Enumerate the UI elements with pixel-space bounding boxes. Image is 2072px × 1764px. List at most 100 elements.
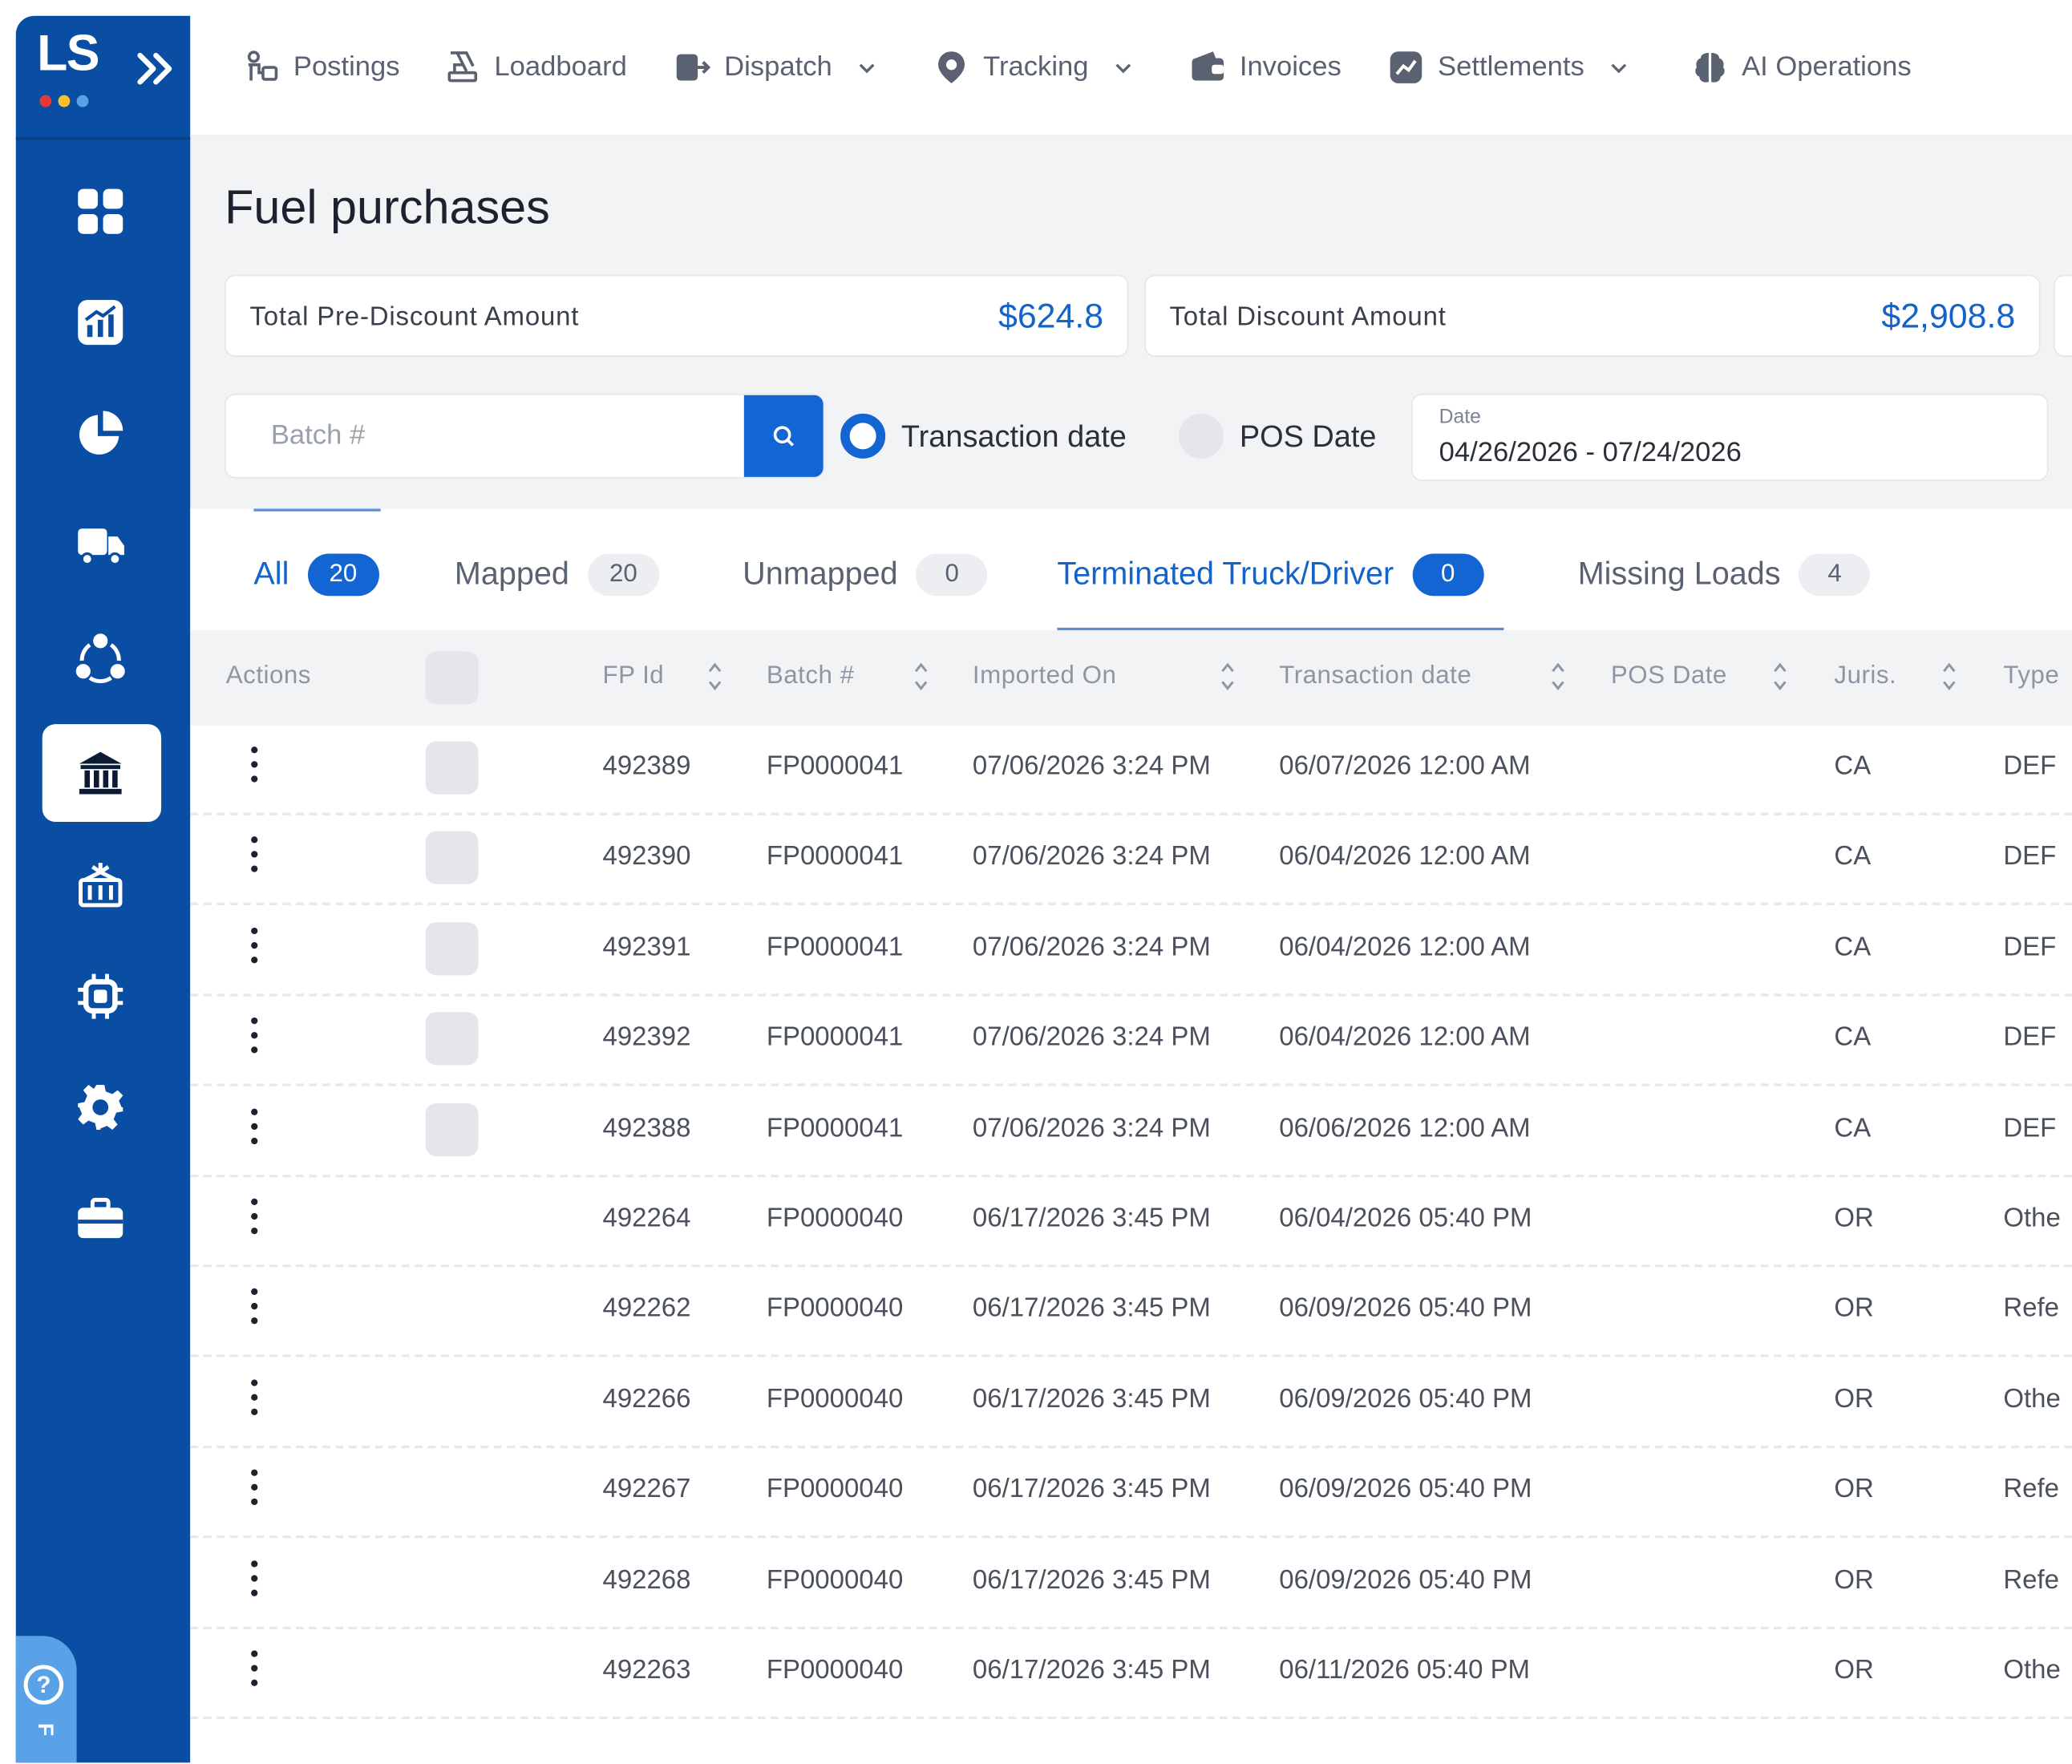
nav-ai-operations[interactable]: AI Operations — [1691, 42, 1912, 93]
sort-icon[interactable] — [912, 659, 930, 694]
sidebar-item-reports[interactable] — [66, 288, 135, 357]
table-row[interactable]: 492266 FP0000040 06/17/2026 3:45 PM 06/09/2… — [190, 1358, 2072, 1448]
cell-fp-id: 492264 — [602, 1204, 691, 1233]
search-button[interactable] — [743, 394, 824, 477]
tab-terminated-truck-driver[interactable]: Terminated Truck/Driver 0 — [1057, 548, 1484, 601]
sidebar-item-settings[interactable] — [66, 1073, 135, 1142]
tab-missing-loads[interactable]: Missing Loads 4 — [1578, 548, 1871, 601]
batch-search — [225, 394, 825, 479]
chevron-down-icon — [859, 63, 875, 74]
sidebar-item-dashboard[interactable] — [66, 177, 135, 246]
row-actions-kebab-icon[interactable] — [249, 836, 259, 882]
nav-dispatch[interactable]: Dispatch — [674, 42, 876, 93]
cell-transaction-date: 06/09/2026 05:40 PM — [1279, 1565, 1532, 1595]
row-checkbox[interactable] — [425, 921, 479, 975]
sort-icon[interactable] — [1218, 659, 1236, 694]
tab-label: All — [253, 556, 289, 593]
sort-icon[interactable] — [706, 659, 724, 694]
bank-icon — [79, 751, 122, 795]
search-icon — [773, 426, 795, 447]
col-header-type[interactable]: Type — [2003, 662, 2059, 691]
nav-postings[interactable]: Postings — [243, 42, 400, 93]
sidebar-item-integrations[interactable] — [66, 962, 135, 1031]
sidebar-item-analytics[interactable] — [66, 399, 135, 468]
cell-fp-id: 492263 — [602, 1655, 691, 1685]
sidebar-item-jobs[interactable] — [66, 1184, 135, 1253]
briefcase-icon — [78, 1197, 123, 1239]
gear-icon — [78, 1085, 123, 1131]
cell-imported-on: 06/17/2026 3:45 PM — [972, 1204, 1211, 1233]
cell-fp-id: 492389 — [602, 751, 691, 781]
row-actions-kebab-icon[interactable] — [249, 927, 259, 973]
col-header-batch[interactable]: Batch # — [767, 662, 855, 691]
nav-invoices[interactable]: Invoices — [1189, 42, 1342, 93]
sort-icon[interactable] — [1940, 659, 1958, 694]
tab-label: Missing Loads — [1577, 556, 1781, 593]
cell-fp-id: 492267 — [602, 1475, 691, 1504]
sidebar-item-banking[interactable] — [66, 738, 135, 807]
row-actions-kebab-icon[interactable] — [249, 746, 259, 791]
cell-juris: CA — [1834, 842, 1872, 872]
batch-search-input[interactable] — [225, 394, 747, 477]
table-row[interactable]: 492262 FP0000040 06/17/2026 3:45 PM 06/09/2… — [190, 1268, 2072, 1358]
sidebar-item-containers[interactable] — [66, 851, 135, 920]
col-header-pos-date[interactable]: POS Date — [1611, 662, 1727, 691]
help-tab[interactable]: ? F — [15, 1636, 77, 1763]
table-row[interactable]: 492267 FP0000040 06/17/2026 3:45 PM 06/09/2… — [190, 1449, 2072, 1539]
sort-icon[interactable] — [1548, 659, 1567, 694]
cell-type: Othe — [2003, 1204, 2061, 1233]
nav-tracking-label: Tracking — [983, 51, 1089, 83]
cell-fp-id: 492388 — [602, 1113, 691, 1143]
tab-count-badge: 4 — [1799, 553, 1871, 597]
row-checkbox[interactable] — [425, 1012, 479, 1066]
tab-unmapped[interactable]: Unmapped 0 — [743, 548, 988, 601]
col-header-fp-id[interactable]: FP Id — [602, 662, 664, 691]
col-header-actions: Actions — [225, 662, 311, 690]
page-title: Fuel purchases — [225, 180, 550, 234]
stat-value: $624.8 — [998, 296, 1104, 336]
table-row[interactable]: 492263 FP0000040 06/17/2026 3:45 PM 06/11/2… — [190, 1629, 2072, 1720]
table-row[interactable]: 492388 FP0000041 07/06/2026 3:24 PM 06/06/2… — [190, 1087, 2072, 1177]
sort-icon[interactable] — [1771, 659, 1789, 694]
table-row[interactable]: 492392 FP0000041 07/06/2026 3:24 PM 06/04/2… — [190, 997, 2072, 1086]
radio-pos-date[interactable]: POS Date — [1179, 410, 1376, 463]
row-checkbox[interactable] — [425, 1102, 479, 1156]
row-actions-kebab-icon[interactable] — [249, 1289, 259, 1333]
table-row[interactable]: 492264 FP0000040 06/17/2026 3:45 PM 06/04/2… — [190, 1177, 2072, 1268]
row-actions-kebab-icon[interactable] — [249, 1560, 259, 1605]
help-tab-label: F — [33, 1722, 56, 1737]
radio-transaction-date[interactable]: Transaction date — [840, 410, 1127, 463]
table-row[interactable]: 492389 FP0000041 07/06/2026 3:24 PM 06/07/2… — [190, 726, 2072, 815]
nav-invoices-label: Invoices — [1239, 51, 1342, 83]
chevron-down-icon — [1611, 63, 1627, 74]
tab-mapped[interactable]: Mapped 20 — [455, 548, 659, 601]
cell-transaction-date: 06/09/2026 05:40 PM — [1279, 1294, 1532, 1324]
select-all-checkbox[interactable] — [425, 651, 479, 705]
row-checkbox[interactable] — [425, 831, 479, 885]
nav-settlements[interactable]: Settlements — [1387, 42, 1629, 93]
sidebar-item-fleet[interactable] — [66, 510, 135, 579]
col-header-imported-on[interactable]: Imported On — [973, 662, 1116, 691]
row-actions-kebab-icon[interactable] — [249, 1469, 259, 1515]
table-row[interactable]: 492391 FP0000041 07/06/2026 3:24 PM 06/04/2… — [190, 906, 2072, 997]
nav-loadboard[interactable]: Loadboard — [444, 42, 627, 93]
cell-fp-id: 492262 — [602, 1294, 691, 1324]
row-actions-kebab-icon[interactable] — [249, 1108, 259, 1153]
nav-ai-operations-label: AI Operations — [1742, 51, 1912, 83]
table-row[interactable]: 492390 FP0000041 07/06/2026 3:24 PM 06/04/2… — [190, 815, 2072, 906]
table-row[interactable]: 492268 FP0000040 06/17/2026 3:45 PM 06/09/2… — [190, 1539, 2072, 1629]
cell-batch: FP0000040 — [766, 1655, 904, 1685]
row-actions-kebab-icon[interactable] — [249, 1198, 259, 1244]
tab-all[interactable]: All 20 — [253, 548, 379, 601]
col-header-juris[interactable]: Juris. — [1834, 662, 1896, 691]
sidebar-item-network[interactable] — [66, 624, 135, 693]
date-range-picker[interactable]: Date 04/26/2026 - 07/24/2026 — [1411, 394, 2049, 481]
expand-sidebar-button[interactable] — [130, 42, 183, 95]
row-actions-kebab-icon[interactable] — [249, 1018, 259, 1062]
row-actions-kebab-icon[interactable] — [249, 1379, 259, 1424]
row-checkbox[interactable] — [425, 741, 479, 795]
row-actions-kebab-icon[interactable] — [249, 1650, 259, 1695]
col-header-transaction-date[interactable]: Transaction date — [1279, 662, 1471, 691]
nav-tracking[interactable]: Tracking — [933, 42, 1133, 93]
cell-type: Refe — [2003, 1294, 2059, 1324]
